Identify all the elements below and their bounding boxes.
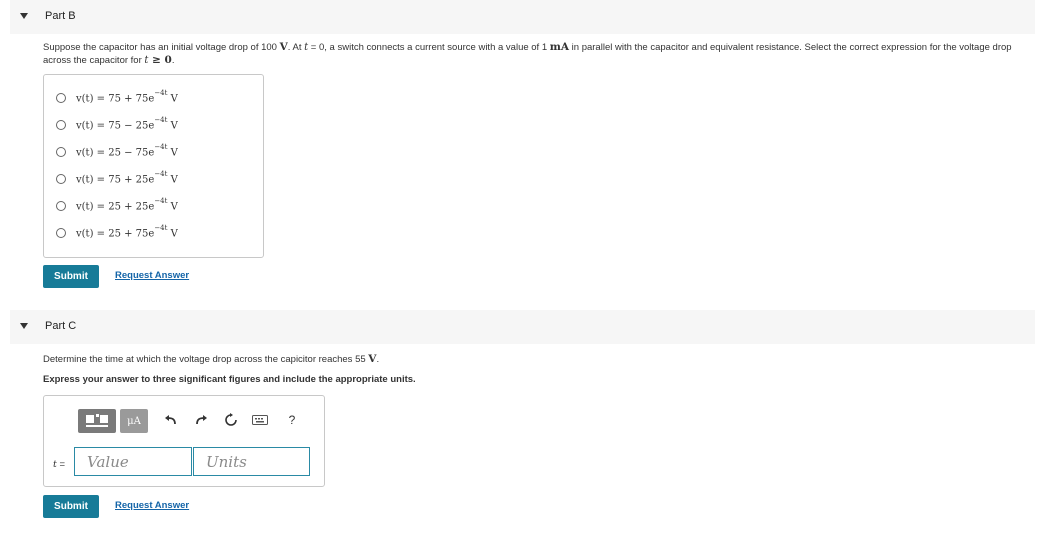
value-field[interactable] <box>74 447 192 476</box>
variable-label: t = <box>53 459 66 470</box>
units-input[interactable] <box>194 448 309 475</box>
choice-label: v(t) = 25 + 75e−4t V <box>76 224 178 240</box>
keyboard-icon[interactable] <box>252 412 268 428</box>
help-icon[interactable]: ? <box>284 412 300 428</box>
part-b-submit-button[interactable]: Submit <box>43 265 99 288</box>
undo-icon[interactable] <box>163 412 179 428</box>
choice-label: v(t) = 25 − 75e−4t V <box>76 143 178 159</box>
part-b-request-answer-link[interactable]: Request Answer <box>115 270 189 281</box>
radio-button[interactable] <box>56 147 66 157</box>
templates-icon[interactable] <box>78 409 116 433</box>
part-c-instruction: Express your answer to three significant… <box>43 374 416 385</box>
radio-button[interactable] <box>56 120 66 130</box>
answer-box: μA ? t = <box>43 395 325 487</box>
choice-option[interactable]: v(t) = 25 + 25e−4t V <box>56 197 178 213</box>
choice-label: v(t) = 75 + 25e−4t V <box>76 170 178 186</box>
choice-label: v(t) = 75 − 25e−4t V <box>76 116 178 132</box>
radio-button[interactable] <box>56 93 66 103</box>
choice-option[interactable]: v(t) = 25 + 75e−4t V <box>56 224 178 240</box>
choice-label: v(t) = 25 + 25e−4t V <box>76 197 178 213</box>
choice-label: v(t) = 75 + 75e−4t V <box>76 89 178 105</box>
part-c-prompt: Determine the time at which the voltage … <box>43 353 380 365</box>
choice-option[interactable]: v(t) = 75 − 25e−4t V <box>56 116 178 132</box>
reset-icon[interactable] <box>223 412 239 428</box>
part-c-request-answer-link[interactable]: Request Answer <box>115 500 189 511</box>
units-button[interactable]: μA <box>120 409 148 433</box>
choice-option[interactable]: v(t) = 25 − 75e−4t V <box>56 143 178 159</box>
part-c-title: Part C <box>45 320 77 332</box>
caret-down-icon[interactable] <box>20 323 28 329</box>
choices-box: v(t) = 75 + 75e−4t V v(t) = 75 − 25e−4t … <box>43 74 264 258</box>
choice-option[interactable]: v(t) = 75 + 75e−4t V <box>56 89 178 105</box>
radio-button[interactable] <box>56 174 66 184</box>
radio-button[interactable] <box>56 201 66 211</box>
part-c-header[interactable]: Part C <box>10 310 1035 344</box>
units-field[interactable] <box>193 447 310 476</box>
caret-down-icon[interactable] <box>20 13 28 19</box>
part-b-header[interactable]: Part B <box>10 0 1035 34</box>
part-b-title: Part B <box>45 10 76 22</box>
part-b-prompt: Suppose the capacitor has an initial vol… <box>43 41 1012 66</box>
value-input[interactable] <box>75 448 191 475</box>
choice-option[interactable]: v(t) = 75 + 25e−4t V <box>56 170 178 186</box>
radio-button[interactable] <box>56 228 66 238</box>
part-c-submit-button[interactable]: Submit <box>43 495 99 518</box>
redo-icon[interactable] <box>193 412 209 428</box>
